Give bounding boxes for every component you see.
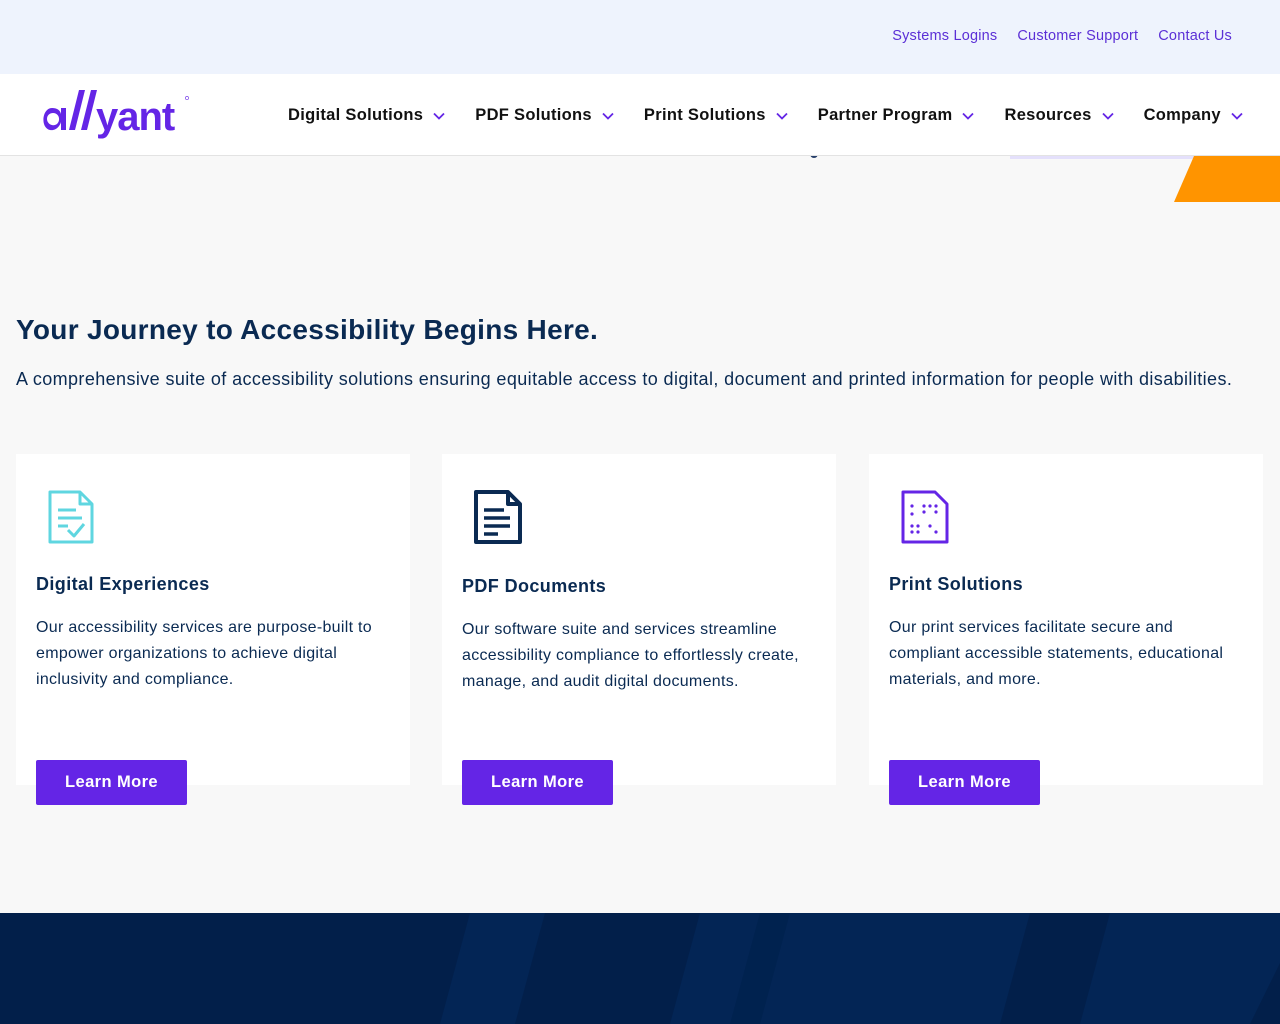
orange-accent-shape [1174,156,1280,202]
chevron-down-icon [962,112,975,120]
chevron-down-icon [1231,112,1243,120]
chevron-down-icon [776,112,788,120]
nav-partner-program[interactable]: Partner Program [818,106,975,125]
card-title: Print Solutions [889,574,1023,594]
card-title: Digital Experiences [36,574,210,594]
nav-print-solutions[interactable]: Print Solutions [644,106,788,125]
nav-label: Print Solutions [643,106,766,124]
card-description: Our software suite and services streamli… [462,621,799,690]
chevron-down-icon [602,112,614,120]
nav-label: Company [1143,106,1221,124]
nav-company[interactable]: Company [1144,106,1243,125]
chevron-down-icon [433,112,445,120]
nav-digital-solutions[interactable]: Digital Solutions [288,106,445,125]
document-check-icon [48,490,94,544]
card-title: PDF Documents [462,576,607,596]
footer-band [0,913,1280,1024]
learn-more-pdf-button[interactable]: Learn More [462,760,613,805]
utility-bar: Systems Logins Customer Support Contact … [0,0,1280,74]
learn-more-digital-button[interactable]: Learn More [36,760,187,805]
braille-document-icon [901,490,949,544]
nav-resources[interactable]: Resources [1004,106,1114,125]
allyant-logo[interactable]: allyant yant [38,88,194,144]
nav-label: Digital Solutions [288,106,424,124]
nav-label: PDF Solutions [475,106,592,124]
card-pdf-documents: PDF Documents Our software suite and ser… [442,454,836,785]
card-print-solutions: Print Solutions Our print services facil… [869,454,1263,785]
nav-pdf-solutions[interactable]: PDF Solutions [475,106,614,125]
page-subtitle: A comprehensive suite of accessibility s… [16,369,1233,389]
svg-text:yant: yant [96,95,175,139]
nav-label: Resources [1004,106,1092,124]
nav-label: Partner Program [817,106,953,124]
footer-pattern [440,913,1280,1024]
customer-support-link[interactable]: Customer Support [1017,28,1138,44]
utility-links: Systems Logins Customer Support Contact … [892,28,1232,44]
contact-us-link[interactable]: Contact Us [1158,28,1232,44]
card-digital-experiences: Digital Experiences Our accessibility se… [16,454,410,785]
learn-more-print-button[interactable]: Learn More [889,760,1040,805]
document-lines-icon [474,490,522,544]
card-description: Our accessibility services are purpose-b… [36,619,373,688]
systems-logins-link[interactable]: Systems Logins [892,28,997,44]
main-nav: allyant yant Digital Solutions PDF Solut… [0,74,1280,156]
card-description: Our print services facilitate secure and… [889,619,1224,688]
page-title: Your Journey to Accessibility Begins Her… [16,314,599,345]
chevron-down-icon [1101,112,1114,120]
nav-items: Digital Solutions PDF Solutions Print So… [288,106,1243,125]
